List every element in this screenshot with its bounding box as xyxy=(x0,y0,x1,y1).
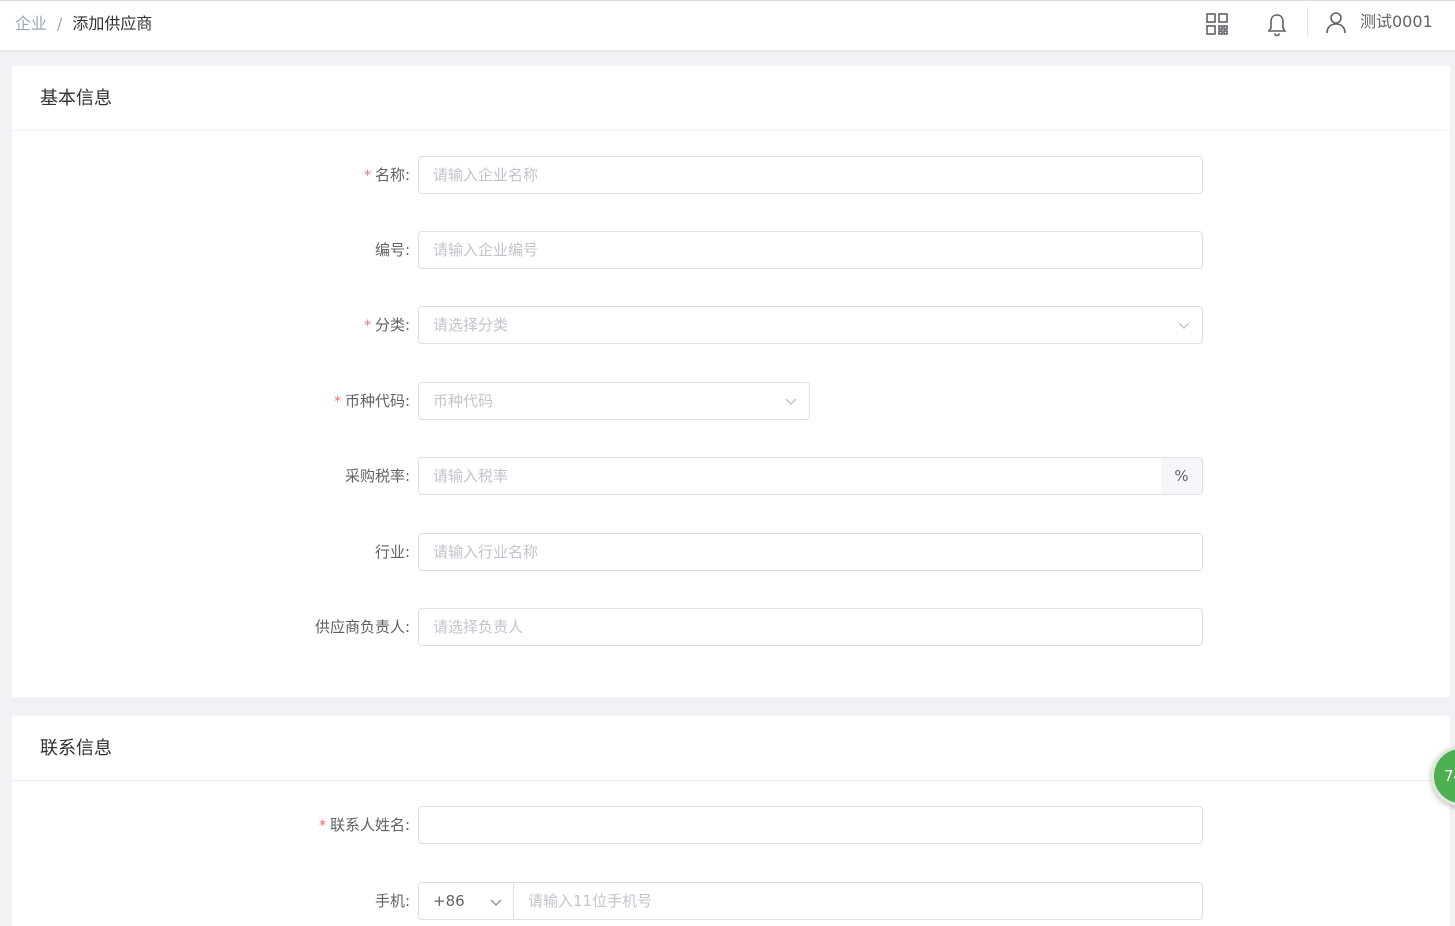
name-label: * 名称: xyxy=(363,166,410,184)
form-row-category: * 分类: xyxy=(12,306,1450,344)
code-input[interactable] xyxy=(418,231,1203,269)
currency-select[interactable] xyxy=(418,382,810,420)
category-label: * 分类: xyxy=(363,316,410,334)
required-mark: * xyxy=(333,394,341,410)
form-row-tax-rate: 采购税率: % xyxy=(12,457,1450,495)
owner-input[interactable] xyxy=(418,608,1203,646)
user-icon[interactable] xyxy=(1324,10,1348,34)
contact-name-input[interactable] xyxy=(418,806,1203,844)
country-code-value: +86 xyxy=(433,892,465,910)
basic-info-title: 基本信息 xyxy=(12,66,1450,131)
form-row-industry: 行业: xyxy=(12,533,1450,571)
qrcode-icon[interactable] xyxy=(1203,11,1231,39)
category-select-input[interactable] xyxy=(418,306,1203,344)
breadcrumb: 企业 / 添加供应商 xyxy=(15,13,152,35)
name-input[interactable] xyxy=(418,156,1203,194)
bell-icon[interactable] xyxy=(1263,11,1291,39)
owner-label: 供应商负责人: xyxy=(314,618,410,636)
form-row-currency: * 币种代码: xyxy=(12,382,1450,420)
tax-rate-label: 采购税率: xyxy=(344,467,410,485)
required-mark: * xyxy=(363,168,371,184)
currency-select-input[interactable] xyxy=(418,382,810,420)
phone-input[interactable] xyxy=(513,882,1203,920)
breadcrumb-separator: / xyxy=(57,14,63,33)
form-row-code: 编号: xyxy=(12,231,1450,269)
industry-input[interactable] xyxy=(418,533,1203,571)
form-row-phone: 手机: +86 xyxy=(12,882,1450,920)
tax-rate-input[interactable] xyxy=(418,457,1162,495)
form-row-owner: 供应商负责人: xyxy=(12,608,1450,646)
chevron-down-icon xyxy=(785,398,797,405)
contact-info-card: 联系信息 * 联系人姓名: 手机: +86 xyxy=(12,716,1450,926)
header-divider xyxy=(1307,7,1308,37)
top-navbar: 企业 / 添加供应商 测试0001 xyxy=(0,0,1455,50)
basic-info-card: 基本信息 *名称: 编号: *分类: *币种代码: 采购税率: % 行业: 供应… xyxy=(12,66,1450,697)
breadcrumb-current: 添加供应商 xyxy=(72,14,153,33)
chevron-down-icon xyxy=(1178,322,1190,329)
category-select[interactable] xyxy=(418,306,1203,344)
currency-label: * 币种代码: xyxy=(333,392,410,410)
form-row-name: * 名称: xyxy=(12,156,1450,194)
required-mark: * xyxy=(363,318,371,334)
contact-info-title: 联系信息 xyxy=(12,716,1450,781)
user-name[interactable]: 测试0001 xyxy=(1360,11,1433,33)
percent-suffix: % xyxy=(1161,457,1203,495)
phone-label: 手机: xyxy=(374,892,410,910)
form-row-contact-name: * 联系人姓名: xyxy=(12,806,1450,844)
chevron-down-icon xyxy=(490,899,502,906)
industry-label: 行业: xyxy=(374,543,410,561)
country-code-select[interactable]: +86 xyxy=(418,882,514,920)
required-mark: * xyxy=(318,818,326,834)
contact-name-label: * 联系人姓名: xyxy=(318,816,410,834)
breadcrumb-parent-link[interactable]: 企业 xyxy=(15,14,47,33)
code-label: 编号: xyxy=(374,241,410,259)
